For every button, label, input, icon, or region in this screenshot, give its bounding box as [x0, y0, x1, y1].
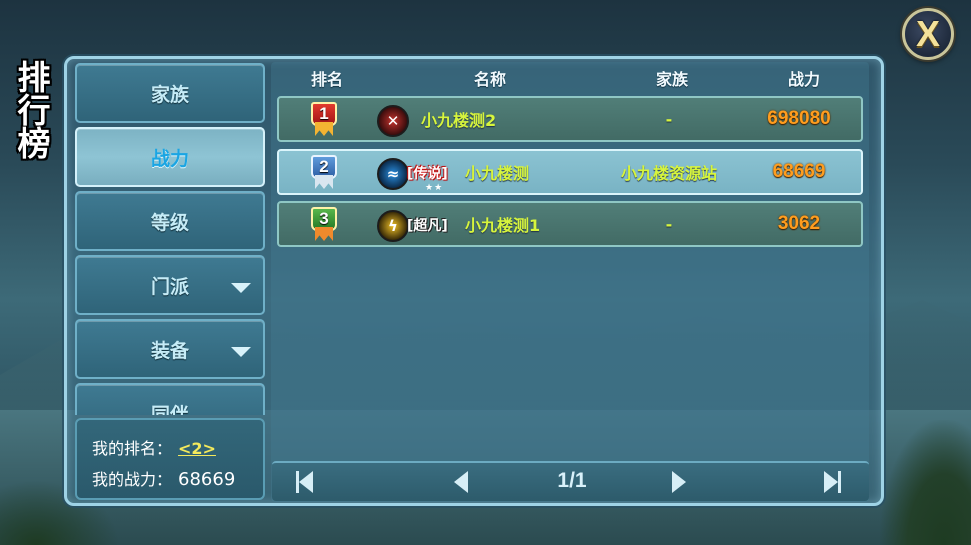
rank-medal-icon: 3 [311, 207, 337, 243]
close-icon: X [915, 13, 940, 54]
last-page-icon[interactable] [824, 471, 841, 495]
medal-ribbon [315, 175, 333, 189]
next-page-arrow [672, 471, 686, 493]
first-page-icon[interactable] [296, 471, 313, 495]
header-name: 名称 [473, 70, 506, 89]
first-page-arrow [299, 471, 313, 493]
rank-medal-icon: 2 [311, 155, 337, 191]
my-power-value: 68669 [178, 469, 236, 490]
my-rank-row: 我的排名： <2> [92, 435, 216, 459]
tab-label: 战力 [150, 147, 189, 170]
my-power-label: 我的战力： [92, 470, 173, 489]
tab-companion[interactable]: 同伴 [75, 383, 265, 415]
tab-label: 装备 [150, 339, 189, 362]
power-value: 68669 [772, 161, 826, 182]
background-foliage [880, 420, 971, 545]
medal-ribbon [315, 122, 333, 136]
star-rating: ★★ [425, 183, 444, 193]
power-value: 698080 [767, 108, 831, 129]
medal-ribbon [315, 227, 333, 241]
player-name: 小九楼测 [465, 164, 530, 183]
header-power: 战力 [787, 70, 820, 89]
player-name: 小九楼测1 [465, 216, 541, 235]
tab-level[interactable]: 等级 [75, 191, 265, 251]
category-sidebar: 家族 战力 等级 门派 装备 同伴 [73, 63, 267, 415]
my-rank-value[interactable]: <2> [178, 439, 216, 458]
guild-name: - [665, 214, 673, 234]
table-row[interactable]: 1 ✕ 小九楼测2 - 698080 [277, 96, 863, 142]
pagination-bar: 1/1 [272, 461, 869, 501]
title-badge: [传说] [407, 166, 448, 182]
chevron-down-icon [231, 347, 251, 357]
guild-name: 小九楼资源站 [620, 164, 717, 183]
table-row[interactable]: 2 ≈ [传说] ★★ 小九楼测 小九楼资源站 68669 [277, 149, 863, 195]
tab-label: 等级 [150, 211, 189, 234]
tab-equipment[interactable]: 装备 [75, 319, 265, 379]
header-rank: 排名 [310, 70, 343, 89]
rank-medal-icon: 1 [311, 102, 337, 138]
guild-name: - [665, 109, 673, 129]
chevron-down-icon [231, 283, 251, 293]
last-page-bar [838, 471, 841, 493]
close-button[interactable]: X [902, 8, 954, 60]
prev-page-arrow [454, 471, 468, 493]
page-indicator: 1/1 [557, 469, 587, 492]
tab-sect[interactable]: 门派 [75, 255, 265, 315]
my-power-row: 我的战力： 68669 [92, 466, 235, 490]
power-value: 3062 [777, 213, 821, 234]
player-name: 小九楼测2 [421, 111, 497, 130]
tab-power[interactable]: 战力 [75, 127, 265, 187]
prev-page-icon[interactable] [454, 471, 468, 495]
tab-label: 同伴 [150, 403, 189, 416]
my-rank-label: 我的排名： [92, 439, 173, 458]
table-header: 排名 名称 家族 战力 [0, 66, 971, 90]
last-page-arrow [824, 471, 838, 493]
crossed-swords-icon: ✕ [377, 105, 409, 137]
title-badge: [超凡] [407, 218, 448, 234]
table-row[interactable]: 3 ϟ [超凡] 小九楼测1 - 3062 [277, 201, 863, 247]
header-guild: 家族 [655, 70, 688, 89]
my-rank-info: 我的排名： <2> 我的战力： 68669 [75, 418, 265, 500]
tab-label: 门派 [150, 275, 189, 298]
next-page-icon[interactable] [672, 471, 686, 495]
